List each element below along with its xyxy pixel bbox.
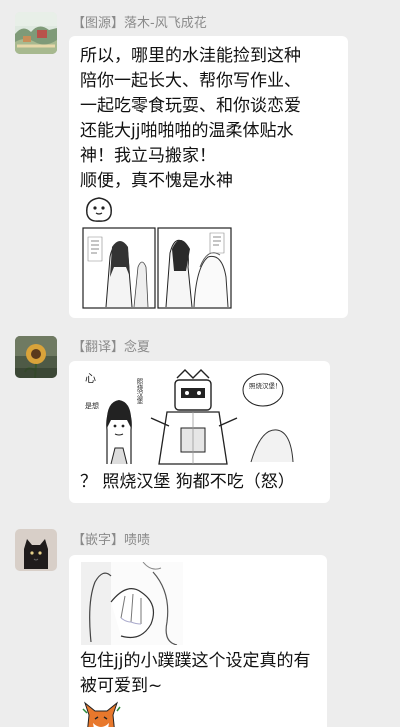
message-line: 神！我立马搬家！: [80, 146, 216, 166]
message-line: 包住jj的小蹼蹼这个设定真的有: [80, 651, 311, 671]
comic-caption: 心: [85, 372, 96, 385]
chat-message-1: 【图源】落木-风飞成花 所以，哪里的水洼能捡到这种 陪你一起长大、帮你写作业、 …: [0, 0, 400, 330]
message-line: ？ 照烧汉堡 狗都不吃（怒）: [80, 472, 295, 492]
message-line: 陪你一起长大、帮你写作业、: [80, 71, 301, 91]
sender-name: 【图源】落木-风飞成花: [72, 16, 207, 31]
message-line: 所以，哪里的水洼能捡到这种: [80, 46, 301, 66]
blob-face-sticker-icon: [83, 194, 115, 224]
comic-caption: 照烧汉堡: [135, 378, 143, 405]
message-line: 被可爱到~: [80, 676, 163, 696]
chat-message-3: 【嵌字】啧啧 包住jj的小蹼蹼这个设定真的有 被可爱到~: [0, 520, 400, 727]
fox-sticker-icon: [81, 701, 121, 727]
message-bubble[interactable]: 所以，哪里的水洼能捡到这种 陪你一起长大、帮你写作业、 一起吃零食玩耍、和你谈恋…: [69, 36, 348, 318]
message-line: 一起吃零食玩耍、和你谈恋爱: [80, 96, 301, 116]
comic-caption: 照烧汉堡！: [249, 381, 282, 390]
comic-caption: 是想: [85, 401, 99, 410]
sender-name: 【翻译】念夏: [72, 340, 151, 355]
black-cat-avatar-icon[interactable]: [15, 529, 57, 571]
water-spirit-comic-image[interactable]: [82, 227, 232, 309]
sender-name: 【嵌字】啧啧: [72, 533, 151, 548]
message-line: 顺便，真不愧是水神: [80, 171, 233, 191]
landscape-avatar-icon[interactable]: [15, 12, 57, 54]
chat-message-2: 【翻译】念夏 心 是想 照烧汉堡 照烧汉堡！ ？ 照烧汉堡 狗都不吃（怒）: [0, 330, 400, 510]
sunflower-avatar-icon[interactable]: [15, 336, 57, 378]
webbed-hand-comic-image[interactable]: [81, 562, 183, 645]
message-bubble[interactable]: 心 是想 照烧汉堡 照烧汉堡！ ？ 照烧汉堡 狗都不吃（怒）: [69, 361, 330, 503]
message-line: 还能大jj啪啪啪的温柔体贴水: [80, 121, 294, 141]
robot-girl-comic-image[interactable]: 心 是想 照烧汉堡 照烧汉堡！: [81, 368, 299, 466]
message-bubble[interactable]: 包住jj的小蹼蹼这个设定真的有 被可爱到~: [69, 555, 327, 727]
